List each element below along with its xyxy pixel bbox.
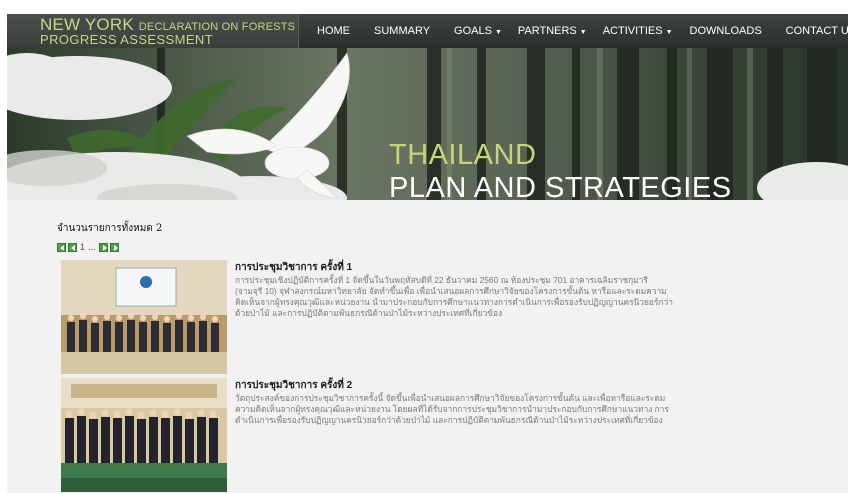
top-nav-bar: NEW YORK DECLARATION ON FORESTS PROGRESS… [7,14,848,48]
page-ellipsis: ... [88,242,96,252]
chevron-down-icon: ▼ [579,29,587,36]
group-photo-illustration [61,378,227,492]
nav-home[interactable]: HOME [317,25,350,37]
item-thumbnail-image[interactable] [61,378,227,492]
next-page-icon[interactable] [98,242,108,252]
nav-downloads[interactable]: DOWNLOADS [690,25,762,37]
main-nav: HOME SUMMARY GOALS ▼ PARTNERS ▼ ACTIVITIES… [299,14,848,48]
chevron-down-icon: ▼ [665,29,673,36]
group-photo-illustration [61,260,227,374]
page: NEW YORK DECLARATION ON FORESTS PROGRESS… [7,14,848,493]
nav-activities-label: ACTIVITIES [602,25,663,37]
main-content: จำนวนรายการทั้งหมด 2 1 ... การประชุมวิชา… [7,200,848,493]
item-title[interactable]: การประชุมวิชาการ ครั้งที่ 2 [235,378,352,393]
chevron-down-icon: ▼ [494,29,502,36]
pagination: 1 ... [57,242,121,252]
nav-contact-us[interactable]: CONTACT US [786,25,848,37]
banner-title-thailand: THAILAND [389,139,537,171]
nav-summary[interactable]: SUMMARY [374,25,430,37]
nav-partners[interactable]: PARTNERS ▼ [518,25,587,37]
item-description: การประชุมเชิงปฏิบัติการครั้งที่ 1 จัดขึ้… [235,275,673,318]
nav-contact-us-label: CONTACT US [785,25,848,37]
nav-goals[interactable]: GOALS ▼ [454,25,502,37]
item-title[interactable]: การประชุมวิชาการ ครั้งที่ 1 [235,260,352,275]
nav-home-label: HOME [317,25,350,37]
item-description: วัตถุประสงค์ของการประชุมวิชาการครั้งนี้ … [235,393,669,425]
hero-banner: THAILAND PLAN AND STRATEGIES [7,48,848,200]
item-thumbnail-image[interactable] [61,260,227,374]
nav-partners-label: PARTNERS [517,25,577,37]
first-page-icon[interactable] [57,242,66,252]
nav-downloads-label: DOWNLOADS [689,25,762,37]
nav-activities[interactable]: ACTIVITIES ▼ [603,25,673,37]
last-page-icon[interactable] [109,242,119,252]
total-count-label: จำนวนรายการทั้งหมด 2 [57,223,163,234]
nav-summary-label: SUMMARY [374,25,431,37]
prev-page-icon[interactable] [68,242,77,252]
site-logo[interactable]: NEW YORK DECLARATION ON FORESTS PROGRESS… [7,14,299,48]
current-page-number[interactable]: 1 [80,242,85,252]
banner-title-plan: PLAN AND STRATEGIES [389,172,732,200]
nav-goals-label: GOALS [454,25,492,37]
logo-line-2: PROGRESS ASSESSMENT [40,32,214,47]
